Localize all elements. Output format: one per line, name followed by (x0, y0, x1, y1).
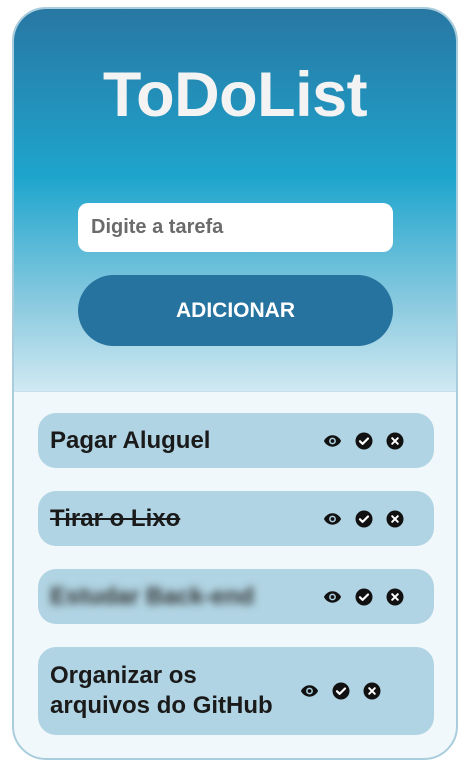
check-circle-icon[interactable] (354, 431, 373, 450)
app-title: ToDoList (102, 60, 368, 130)
x-circle-icon[interactable] (385, 431, 404, 450)
check-circle-icon[interactable] (331, 682, 350, 701)
task-list: Pagar Aluguel Tirar o Lixo Estudar Back-… (38, 413, 434, 758)
task-item: Pagar Aluguel (38, 413, 434, 468)
task-actions (300, 682, 381, 701)
check-circle-icon[interactable] (354, 587, 373, 606)
task-item: Estudar Back-end (38, 569, 434, 624)
add-button[interactable]: ADICIONAR (78, 275, 393, 346)
x-circle-icon[interactable] (362, 682, 381, 701)
check-circle-icon[interactable] (354, 509, 373, 528)
todo-card: ToDoList ADICIONAR Pagar Aluguel Tirar o… (12, 7, 458, 760)
task-item: Tirar o Lixo (38, 491, 434, 546)
task-actions (323, 431, 404, 450)
task-text: Pagar Aluguel (50, 426, 211, 454)
eye-icon[interactable] (300, 682, 319, 701)
task-text: Estudar Back-end (50, 582, 255, 610)
eye-icon[interactable] (323, 431, 342, 450)
task-actions (323, 587, 404, 606)
task-input[interactable] (78, 203, 393, 252)
x-circle-icon[interactable] (385, 587, 404, 606)
task-text: Organizar os arquivos do GitHub (50, 662, 273, 719)
eye-icon[interactable] (323, 509, 342, 528)
header: ToDoList ADICIONAR (14, 9, 456, 392)
task-item: Organizar os arquivos do GitHub (38, 647, 434, 735)
x-circle-icon[interactable] (385, 509, 404, 528)
eye-icon[interactable] (323, 587, 342, 606)
task-actions (323, 509, 404, 528)
task-text: Tirar o Lixo (50, 504, 181, 532)
